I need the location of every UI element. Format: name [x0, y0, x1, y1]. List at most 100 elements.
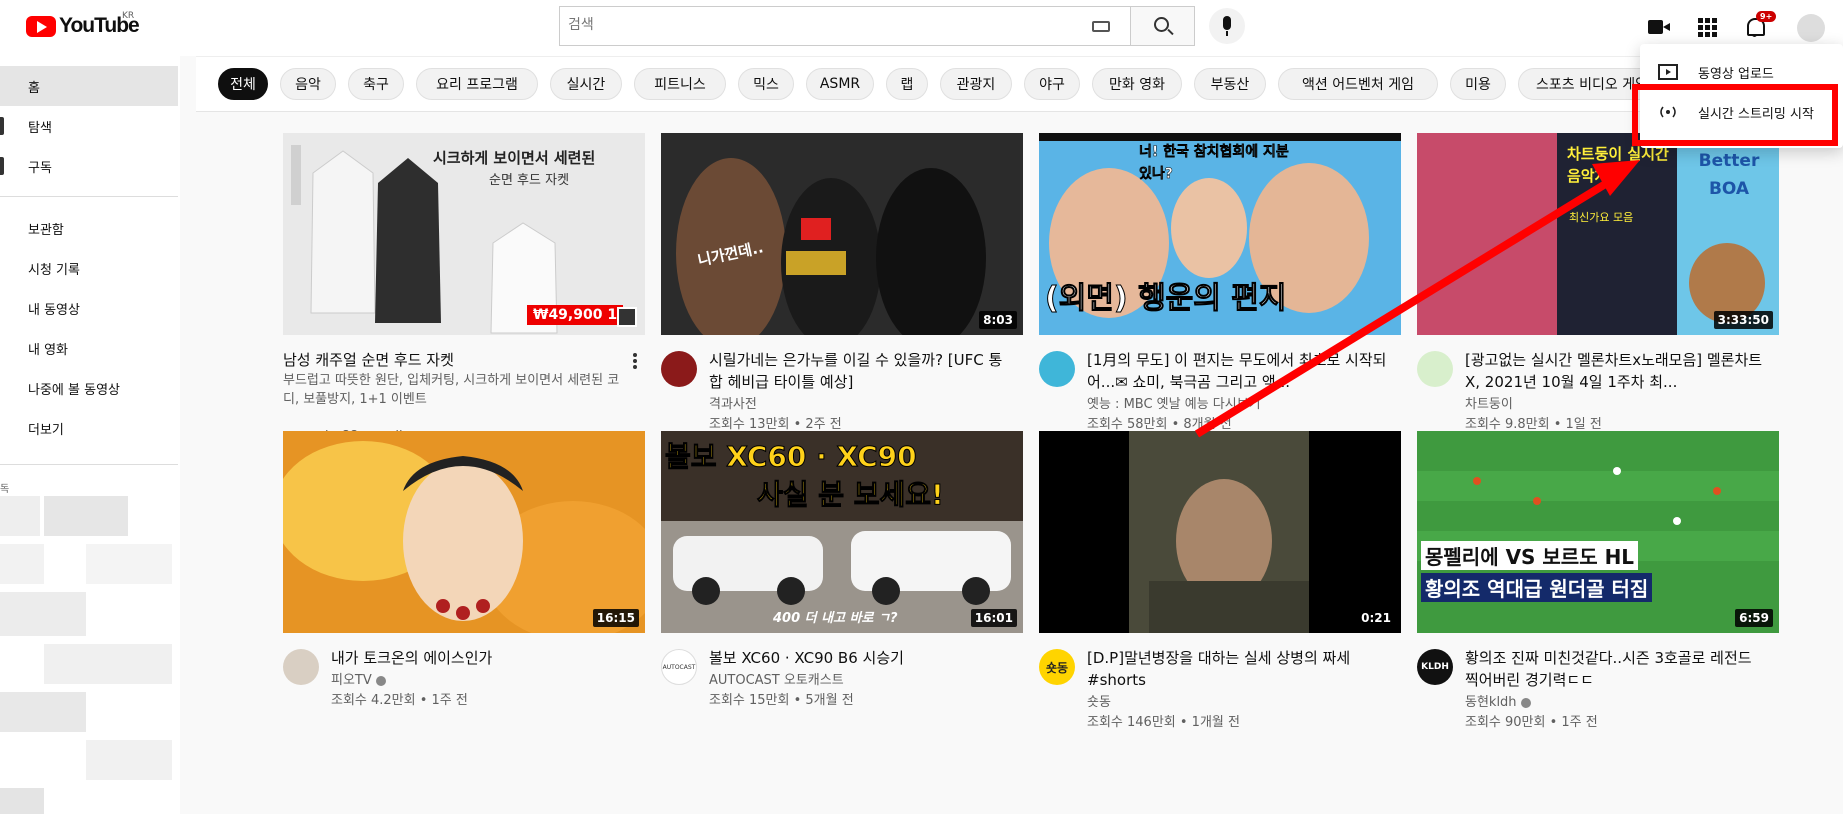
video-card[interactable]: 볼보 XC60 · XC90 사실 분 보세요! 400 더 내고 바로 ㄱ? … — [661, 431, 1023, 751]
chip-action-adventure[interactable]: 액션 어드벤처 게임 — [1278, 68, 1438, 100]
channel-avatar[interactable]: 숏동 — [1039, 649, 1075, 685]
video-title[interactable]: [D.P]말년병장을 대하는 실세 상병의 짜세#shorts — [1087, 647, 1387, 691]
chip-baseball[interactable]: 야구 — [1024, 68, 1080, 100]
more-options-icon[interactable] — [633, 353, 637, 369]
channel-avatar-text: 숏동 — [1045, 660, 1069, 675]
video-duration: 16:01 — [970, 609, 1017, 627]
channel-name[interactable]: 옛능 : MBC 옛날 예능 다시보기 — [1087, 395, 1261, 415]
video-stats: 조회수 15만회 • 5개월 전 — [709, 693, 854, 708]
chip-all[interactable]: 전체 — [218, 68, 268, 100]
video-thumbnail[interactable]: 볼보 XC60 · XC90 사실 분 보세요! 400 더 내고 바로 ㄱ? … — [661, 431, 1023, 633]
sidebar-item-home[interactable]: 홈 — [0, 66, 178, 106]
chip-mix[interactable]: 믹스 — [738, 68, 794, 100]
video-card[interactable]: 니가껀데.. 8:03 시릴가네는 은가누를 이길 수 있을까? [UFC 통합… — [661, 133, 1023, 453]
video-title[interactable]: 내가 토크온의 에이스인가 — [331, 647, 631, 669]
chip-beauty[interactable]: 미용 — [1450, 68, 1506, 100]
video-card[interactable]: 몽펠리에 VS 보르도 HL 황의조 역대급 원더골 터짐 6:59 KLDH … — [1417, 431, 1779, 751]
sidebar-item-library[interactable]: 보관함 — [0, 208, 178, 248]
channel-avatar[interactable] — [661, 351, 697, 387]
video-thumbnail[interactable]: 너! 한국 참치협회에 지분 있나? (외면) 행운의 편지 — [1039, 133, 1401, 335]
video-title[interactable]: [1月의 무도] 이 편지는 무도에서 최초로 시작되어...✉ 쇼미, 북극곰… — [1087, 349, 1387, 393]
video-thumbnail[interactable]: 차트둥이 실시간 음악차트 최신가요 모음 Better BOA 3:33:50 — [1417, 133, 1779, 335]
video-title[interactable]: 남성 캐주얼 순면 후드 자켓 — [283, 349, 623, 371]
thumb-bottom-text: 400 더 내고 바로 ㄱ? — [773, 611, 898, 626]
sidebar-item-subscriptions[interactable]: 구독 — [0, 146, 178, 186]
thumb-subline: 순면 후드 자켓 — [489, 173, 570, 188]
video-title[interactable]: 황의조 진짜 미친것같다..시즌 3호골로 레전드 찍어버린 경기력ㄷㄷ — [1465, 647, 1765, 691]
category-chips-bar: 전체 음악 축구 요리 프로그램 실시간 피트니스 믹스 ASMR 랩 관광지 … — [196, 56, 1843, 112]
channel-avatar[interactable]: AUTOCAST — [661, 649, 697, 685]
video-duration: 6:59 — [1735, 609, 1773, 627]
sidebar-item-label: 보관함 — [28, 222, 64, 238]
sidebar-item-show-more[interactable]: 더보기 — [0, 408, 178, 448]
video-card[interactable]: 0:21 숏동 [D.P]말년병장을 대하는 실세 상병의 짜세#shorts … — [1039, 431, 1401, 751]
video-card[interactable]: 16:15 내가 토크온의 에이스인가 피오TV 조회수 4.2만회 • 1주 … — [283, 431, 645, 751]
search-box[interactable] — [559, 6, 1131, 46]
youtube-logo[interactable]: YouTube KR — [26, 11, 140, 38]
shorts-thumbnail-art — [1039, 431, 1401, 633]
channel-name[interactable]: 숏동 — [1087, 693, 1111, 713]
sidebar-item-label: 구독 — [28, 160, 52, 176]
video-title[interactable]: [광고없는 실시간 멜론차트x노래모음] 멜론차트X, 2021년 10월 4일… — [1465, 349, 1765, 393]
sidebar-item-history[interactable]: 시청 기록 — [0, 248, 178, 288]
channel-name[interactable]: 동현kldh — [1465, 695, 1517, 710]
chip-rap[interactable]: 랩 — [886, 68, 928, 100]
sidebar-section-title: 독 — [0, 484, 10, 495]
channel-avatar[interactable]: KLDH — [1417, 649, 1453, 685]
create-video-icon[interactable] — [1647, 15, 1671, 39]
ufc-thumbnail-art — [661, 133, 1023, 335]
logo-region: KR — [122, 11, 135, 21]
sidebar-item-label: 내 동영상 — [28, 302, 80, 318]
verified-icon — [375, 675, 386, 686]
channel-name[interactable]: AUTOCAST 오토캐스트 — [709, 671, 844, 691]
thumb-headline: 볼보 XC60 · XC90 — [665, 440, 918, 474]
search-input[interactable] — [568, 17, 1048, 33]
sidebar-item-label: 나중에 볼 동영상 — [28, 382, 120, 398]
channel-name[interactable]: 피오TV — [331, 673, 372, 688]
explore-icon — [0, 117, 4, 135]
chip-tourism[interactable]: 관광지 — [940, 68, 1012, 100]
apps-grid-icon[interactable] — [1695, 15, 1719, 39]
channel-name[interactable]: 격과사전 — [709, 395, 757, 415]
channel-line: 동현kldh — [1465, 693, 1531, 713]
sidebar-item-label: 더보기 — [28, 422, 64, 438]
thumb-side-text: Better BOA — [1698, 151, 1760, 199]
sidebar-item-watch-later[interactable]: 나중에 볼 동영상 — [0, 368, 178, 408]
video-stats: 조회수 90만회 • 1주 전 — [1465, 715, 1598, 730]
video-title[interactable]: 시릴가네는 은가누를 이길 수 있을까? [UFC 통합 헤비급 타이틀 예상] — [709, 349, 1009, 393]
chip-fitness[interactable]: 피트니스 — [634, 68, 726, 100]
channel-avatar[interactable] — [283, 649, 319, 685]
thumb-subline: 사실 분 보세요! — [757, 478, 945, 512]
channel-avatar[interactable] — [1039, 351, 1075, 387]
video-title[interactable]: 볼보 XC60 · XC90 B6 시승기 — [709, 647, 1009, 669]
video-thumbnail[interactable]: 몽펠리에 VS 보르도 HL 황의조 역대급 원더골 터짐 6:59 — [1417, 431, 1779, 633]
chip-animation[interactable]: 만화 영화 — [1092, 68, 1182, 100]
video-card[interactable]: 차트둥이 실시간 음악차트 최신가요 모음 Better BOA 3:33:50… — [1417, 133, 1779, 453]
channel-avatar[interactable] — [1417, 351, 1453, 387]
sidebar-item-your-movies[interactable]: 내 영화 — [0, 328, 178, 368]
video-thumbnail[interactable]: 니가껀데.. 8:03 — [661, 133, 1023, 335]
thumb-main-text: (외면) 행운의 편지 — [1045, 281, 1288, 317]
voice-search-icon[interactable] — [1209, 8, 1245, 44]
chip-cooking[interactable]: 요리 프로그램 — [416, 68, 538, 100]
search-button[interactable] — [1131, 6, 1195, 46]
channel-name[interactable]: 차트둥이 — [1465, 395, 1513, 415]
chip-asmr[interactable]: ASMR — [806, 68, 874, 100]
sidebar-item-label: 탐색 — [28, 120, 52, 136]
video-thumbnail[interactable]: 16:15 — [283, 431, 645, 633]
video-card[interactable]: 너! 한국 참치협회에 지분 있나? (외면) 행운의 편지 [1月의 무도] … — [1039, 133, 1401, 453]
chip-real-estate[interactable]: 부동산 — [1194, 68, 1266, 100]
video-thumbnail[interactable]: 0:21 — [1039, 431, 1401, 633]
sidebar-item-explore[interactable]: 탐색 — [0, 106, 178, 146]
video-card-ad[interactable]: 시크하게 보이면서 세련된 순면 후드 자켓 ₩49,900 1 남성 캐주얼 … — [283, 133, 645, 453]
chip-live[interactable]: 실시간 — [550, 68, 622, 100]
chip-music[interactable]: 음악 — [280, 68, 336, 100]
chip-soccer[interactable]: 축구 — [348, 68, 404, 100]
sidebar-item-label: 시청 기록 — [28, 262, 80, 278]
keyboard-icon[interactable] — [1092, 21, 1110, 32]
video-thumbnail[interactable]: 시크하게 보이면서 세련된 순면 후드 자켓 ₩49,900 1 — [283, 133, 645, 335]
thumb-headline: 몽펠리에 VS 보르도 HL — [1421, 541, 1639, 570]
account-avatar[interactable] — [1797, 14, 1825, 42]
sidebar-item-your-videos[interactable]: 내 동영상 — [0, 288, 178, 328]
thumb-top-text: 너! 한국 참치협회에 지분 있나? — [1139, 144, 1289, 183]
